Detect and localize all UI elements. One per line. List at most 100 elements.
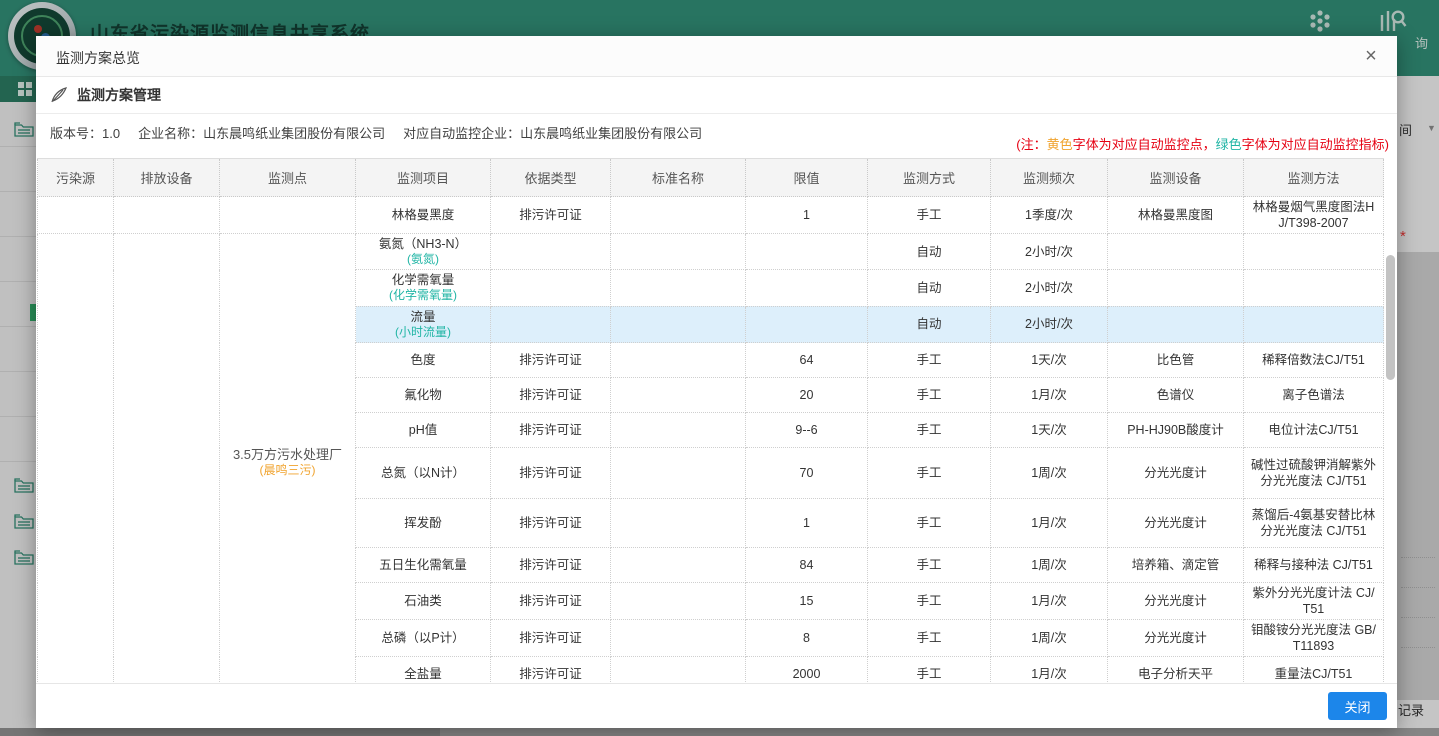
column-header: 监测设备 [1108, 159, 1244, 197]
section-header: 监测方案管理 [36, 77, 1397, 114]
table-cell [1244, 234, 1384, 270]
table-cell: 培养箱、滴定管 [1108, 548, 1244, 583]
table-cell [38, 234, 114, 686]
table-cell: 8 [746, 620, 868, 657]
table-cell: 手工 [868, 499, 991, 548]
table-cell [1244, 306, 1384, 342]
plan-info-bar: 版本号：1.0 企业名称：山东晨鸣纸业集团股份有限公司 对应自动监控企业：山东晨鸣纸… [36, 114, 1397, 159]
monitor-item-cell: 挥发酚 [356, 499, 491, 548]
table-cell: 稀释与接种法 CJ/T51 [1244, 548, 1384, 583]
table-cell [611, 306, 746, 342]
table-cell [38, 197, 114, 234]
column-header: 标准名称 [611, 159, 746, 197]
feather-icon [50, 86, 68, 104]
color-legend-note: (注：黄色字体为对应自动监控点，绿色字体为对应自动监控指标) [1016, 134, 1389, 153]
table-cell: 离子色谱法 [1244, 378, 1384, 413]
table-cell: 分光光度计 [1108, 448, 1244, 499]
table-cell [1108, 306, 1244, 342]
monitor-item-cell: 全盐量 [356, 657, 491, 685]
table-cell [746, 270, 868, 306]
modal-title: 监测方案总览 [56, 48, 140, 68]
table-cell: PH-HJ90B酸度计 [1108, 413, 1244, 448]
table-cell: 手工 [868, 197, 991, 234]
monitoring-plan-table: 污染源排放设备监测点监测项目依据类型标准名称限值监测方式监测频次监测设备监测方法… [37, 158, 1384, 685]
table-cell: 紫外分光光度计法 CJ/T51 [1244, 583, 1384, 620]
table-cell: 排污许可证 [491, 448, 611, 499]
table-cell: 比色管 [1108, 343, 1244, 378]
table-cell [491, 306, 611, 342]
table-cell: 排污许可证 [491, 583, 611, 620]
table-cell: 分光光度计 [1108, 620, 1244, 657]
table-cell: 碱性过硫酸钾消解紫外分光光度法 CJ/T51 [1244, 448, 1384, 499]
table-cell: 1月/次 [991, 657, 1108, 685]
close-icon[interactable]: × [1359, 44, 1383, 68]
table-cell: 2000 [746, 657, 868, 685]
monitor-item-cell: 林格曼黑度 [356, 197, 491, 234]
monitor-item-cell: pH值 [356, 413, 491, 448]
table-cell: 手工 [868, 620, 991, 657]
version-text: 版本号：1.0 [50, 126, 120, 141]
table-header-row: 污染源排放设备监测点监测项目依据类型标准名称限值监测方式监测频次监测设备监测方法 [38, 159, 1384, 197]
column-header: 监测方法 [1244, 159, 1384, 197]
table-cell: 手工 [868, 548, 991, 583]
table-cell: 手工 [868, 378, 991, 413]
table-cell: 钼酸铵分光光度法 GB/T11893 [1244, 620, 1384, 657]
table-cell: 64 [746, 343, 868, 378]
section-title: 监测方案管理 [77, 85, 161, 105]
table-cell: 1天/次 [991, 413, 1108, 448]
table-cell [611, 270, 746, 306]
table-cell [611, 448, 746, 499]
table-cell: 手工 [868, 343, 991, 378]
table-cell [746, 306, 868, 342]
table-cell: 1月/次 [991, 378, 1108, 413]
table-cell: 排污许可证 [491, 620, 611, 657]
table-cell: 蒸馏后-4氨基安替比林 分光光度法 CJ/T51 [1244, 499, 1384, 548]
table-cell [611, 197, 746, 234]
close-button[interactable]: 关闭 [1328, 692, 1387, 720]
column-header: 限值 [746, 159, 868, 197]
table-cell: 70 [746, 448, 868, 499]
modal-header: 监测方案总览 × [36, 36, 1397, 77]
plan-info: 版本号：1.0 企业名称：山东晨鸣纸业集团股份有限公司 对应自动监控企业：山东晨鸣纸… [50, 123, 720, 142]
table-cell: 2小时/次 [991, 270, 1108, 306]
plan-table-body: 林格曼黑度排污许可证1手工1季度/次林格曼黑度图林格曼烟气黑度图法HJ/T398… [38, 197, 1384, 686]
green-word: 绿色 [1216, 137, 1242, 152]
monitor-item-cell: 总氮（以N计） [356, 448, 491, 499]
monitoring-plan-modal: 监测方案总览 × 监测方案管理 版本号：1.0 企业名称：山东晨鸣纸业集团股份有限… [36, 36, 1397, 728]
column-header: 监测项目 [356, 159, 491, 197]
table-cell: 自动 [868, 234, 991, 270]
company-text: 企业名称：山东晨鸣纸业集团股份有限公司 [138, 126, 385, 141]
table-cell: 20 [746, 378, 868, 413]
table-cell [1108, 234, 1244, 270]
table-cell [114, 234, 220, 686]
table-cell [611, 499, 746, 548]
column-header: 监测频次 [991, 159, 1108, 197]
table-cell: 1月/次 [991, 583, 1108, 620]
table-cell [491, 234, 611, 270]
monitor-item-cell: 总磷（以P计） [356, 620, 491, 657]
table-cell: 排污许可证 [491, 548, 611, 583]
table-cell [611, 548, 746, 583]
monitor-item-cell: 氟化物 [356, 378, 491, 413]
table-cell [611, 583, 746, 620]
table-cell: 自动 [868, 270, 991, 306]
table-cell [491, 270, 611, 306]
table-cell [611, 657, 746, 685]
table-cell: 手工 [868, 657, 991, 685]
table-cell: 电位计法CJ/T51 [1244, 413, 1384, 448]
table-cell: 分光光度计 [1108, 499, 1244, 548]
column-header: 污染源 [38, 159, 114, 197]
monitor-item-cell: 氨氮（NH3-N）(氨氮) [356, 234, 491, 270]
table-cell: 1周/次 [991, 448, 1108, 499]
auto-company-text: 对应自动监控企业：山东晨鸣纸业集团股份有限公司 [403, 126, 702, 141]
table-cell: 电子分析天平 [1108, 657, 1244, 685]
table-cell [1244, 270, 1384, 306]
monitor-item-cell: 化学需氧量(化学需氧量) [356, 270, 491, 306]
table-cell: 手工 [868, 413, 991, 448]
table-cell: 重量法CJ/T51 [1244, 657, 1384, 685]
table-cell [114, 197, 220, 234]
monitor-item-cell: 五日生化需氧量 [356, 548, 491, 583]
table-cell: 排污许可证 [491, 343, 611, 378]
vertical-scrollbar-thumb[interactable] [1386, 255, 1395, 380]
table-cell: 分光光度计 [1108, 583, 1244, 620]
